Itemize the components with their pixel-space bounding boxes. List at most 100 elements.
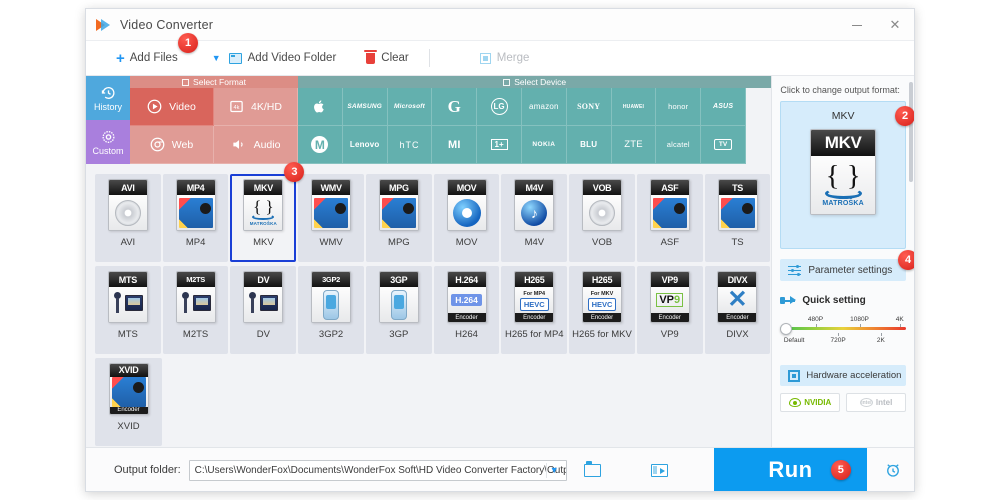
format-tile-mts[interactable]: MTS MTS (95, 266, 161, 354)
slider-label-default: Default (783, 337, 805, 344)
add-video-folder-button[interactable]: Add Video Folder (221, 41, 345, 76)
device-tv[interactable]: TV (701, 126, 746, 164)
quality-slider[interactable]: 480P 1080P 4K Default 720P 2K (780, 316, 906, 352)
sidebar-item-custom[interactable]: Custom (86, 120, 130, 164)
device-amazon[interactable]: amazon (521, 88, 567, 126)
merge-icon (479, 52, 491, 64)
device-samsung[interactable]: SAMSUNG (342, 88, 388, 126)
m2ts-icon-head: M2TS (176, 272, 215, 287)
panel-scrollbar[interactable] (909, 82, 913, 182)
output-icon-caption: MATROŠKA (822, 200, 864, 208)
vendor-nvidia-button[interactable]: NVIDIA (780, 393, 841, 412)
side-tabs: History Custom (86, 76, 130, 164)
slider-tick-720p (838, 333, 840, 336)
minimize-button[interactable] (838, 9, 876, 41)
h265-mkv-icon: H265 For MKV HEVC Encoder (582, 271, 622, 323)
merge-button[interactable]: Merge (472, 41, 538, 76)
h265-mkv-sub: For MKV (590, 290, 614, 297)
hardware-acceleration-button[interactable]: Hardware acceleration (780, 365, 906, 386)
device-nokia[interactable]: NOKIA (521, 126, 567, 164)
device-alcatel[interactable]: alcatel (656, 126, 702, 164)
close-icon[interactable]: ✕ (876, 9, 914, 41)
format-tile-dv[interactable]: DV DV (230, 266, 297, 354)
threegp-icon: 3GP (378, 271, 419, 323)
format-tile-mov[interactable]: MOV MOV (433, 174, 500, 262)
format-tile-m4v[interactable]: M4V ♪ M4V (501, 174, 568, 262)
device-motorola[interactable]: M (298, 126, 343, 164)
category-4khd[interactable]: 4k 4K/HD (214, 88, 298, 126)
format-tile-h265-mp4[interactable]: H265 For MP4 HEVC Encoder H265 for MP4 (501, 266, 568, 354)
category-web[interactable]: Web (130, 126, 214, 164)
format-tile-divx[interactable]: DIVX ✕ Encoder DIVX (704, 266, 771, 354)
open-media-library-icon[interactable] (650, 463, 668, 477)
format-tile-wmv[interactable]: WMV WMV (298, 174, 364, 262)
vendor-intel-button[interactable]: intel Intel (846, 393, 906, 412)
run-button[interactable]: Run 5 (714, 448, 867, 491)
output-format-card[interactable]: MKV MKV { } MATROŠKA 2 (780, 101, 914, 249)
format-tile-mpg[interactable]: MPG MPG (366, 174, 432, 262)
play-circle-icon (147, 99, 162, 114)
device-google[interactable]: G (432, 88, 478, 126)
blu-logo: BLU (580, 140, 598, 149)
format-tile-mkv[interactable]: MKV { } MATROŠKA MKV 3 (230, 162, 305, 262)
device-lg[interactable]: LG (477, 88, 522, 126)
device-blu[interactable]: BLU (566, 126, 612, 164)
device-sony[interactable]: SONY (566, 88, 612, 126)
device-zte[interactable]: ZTE (611, 126, 657, 164)
format-tile-mp4[interactable]: MP4 MP4 (162, 174, 229, 262)
chevron-down-icon[interactable]: ▼ (550, 465, 559, 475)
mpg-icon-head: MPG (379, 180, 418, 195)
fourk-icon: 4k (230, 100, 243, 113)
clear-button[interactable]: Clear (358, 41, 416, 76)
vp9-chip: VP9 (656, 293, 684, 307)
format-tile-ts[interactable]: TS TS (704, 174, 771, 262)
vp9-icon-head: VP9 (650, 272, 689, 287)
format-label-dv: DV (256, 329, 270, 340)
format-tile-h264[interactable]: H.264 H.264 Encoder H264 (433, 266, 500, 354)
category-grid: Select Format Select Device Video 4k 4K/… (130, 76, 772, 164)
format-tile-asf[interactable]: ASF ASF (636, 174, 703, 262)
device-oneplus[interactable]: 1+ (477, 126, 522, 164)
format-tile-avi[interactable]: AVI AVI (95, 174, 161, 262)
wmv-icon: WMV (311, 179, 352, 231)
quick-setting-row[interactable]: Quick setting (780, 295, 914, 306)
device-honor[interactable]: honor (656, 88, 702, 126)
device-huawei[interactable]: HUAWEI (611, 88, 657, 126)
category-video[interactable]: Video (130, 88, 214, 126)
select-format-header: Select Format (130, 76, 298, 88)
toolbar-divider (428, 49, 430, 67)
open-folder-icon[interactable] (583, 461, 601, 477)
alarm-clock-icon[interactable] (884, 461, 902, 479)
xvid-icon-head: XVID (109, 364, 148, 377)
format-tile-3gp[interactable]: 3GP 3GP (365, 266, 432, 354)
toolbar: + Add Files ▼ Add Video Folder Clear Mer… (86, 33, 914, 76)
badge-4: 4 (898, 250, 914, 270)
format-label-3gp: 3GP (389, 329, 409, 340)
lenovo-logo: Lenovo (349, 140, 380, 149)
format-header-icon (182, 78, 190, 86)
sidebar-item-history[interactable]: History (86, 76, 130, 120)
format-tile-m2ts[interactable]: M2TS M2TS (162, 266, 229, 354)
format-tile-3gp2[interactable]: 3GP2 3GP2 (298, 266, 364, 354)
device-microsoft[interactable]: Microsoft (387, 88, 433, 126)
parameter-settings-button[interactable]: Parameter settings 4 (780, 250, 914, 281)
category-audio[interactable]: Audio (214, 126, 298, 164)
device-htc[interactable]: hTC (387, 126, 433, 164)
format-tile-xvid[interactable]: XVID Encoder XVID (95, 358, 162, 446)
add-files-button[interactable]: + Add Files (108, 41, 186, 76)
format-tile-h265-mkv[interactable]: H265 For MKV HEVC Encoder H265 for MKV (569, 266, 635, 354)
device-apple[interactable] (298, 88, 343, 126)
device-xiaomi[interactable]: MI (432, 126, 478, 164)
device-lenovo[interactable]: Lenovo (342, 126, 388, 164)
slider-track[interactable] (780, 322, 906, 335)
output-folder-input[interactable]: C:\Users\WonderFox\Documents\WonderFox S… (188, 459, 567, 481)
device-asus[interactable]: ASUS (701, 88, 746, 126)
slider-tick-2k (880, 333, 882, 336)
chevron-down-icon[interactable]: ▼ (212, 53, 221, 63)
xiaomi-logo: MI (447, 138, 461, 151)
sidebar-item-custom-label: Custom (92, 145, 124, 156)
format-tile-vp9[interactable]: VP9 VP9 Encoder VP9 (636, 266, 703, 354)
hevc-chip-mkv: HEVC (587, 297, 617, 311)
format-tile-vob[interactable]: VOB VOB (569, 174, 635, 262)
format-row-2: MTS MTS M2TS M2TS DV DV 3GP2 3GP2 3GP 3G… (94, 264, 771, 356)
